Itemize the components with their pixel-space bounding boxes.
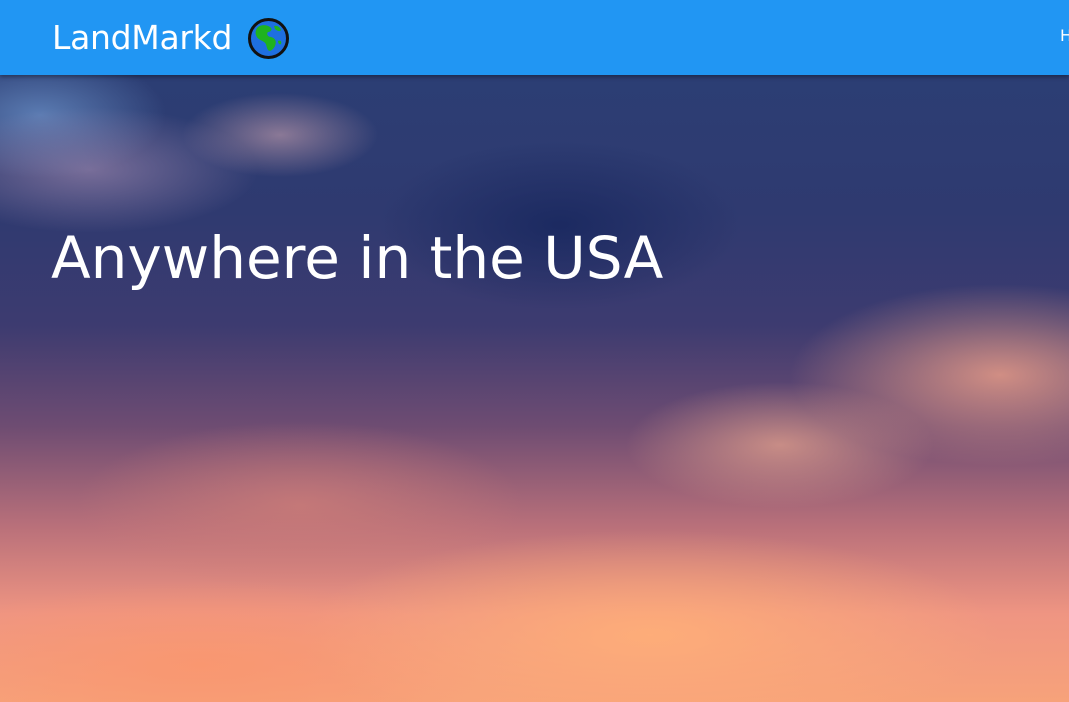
hero-background-image [0,75,1069,702]
top-navbar: LandMarkd H [0,0,1069,75]
nav-link-cut-off[interactable]: H [1060,26,1069,46]
hero-title: Anywhere in the USA [51,224,664,292]
brand-name: LandMarkd [52,18,233,57]
hero-section: Anywhere in the USA [0,75,1069,702]
globe-icon [247,17,290,60]
page: LandMarkd H Anywhere in the USA [0,0,1069,702]
brand-home-link[interactable]: LandMarkd [52,16,290,60]
